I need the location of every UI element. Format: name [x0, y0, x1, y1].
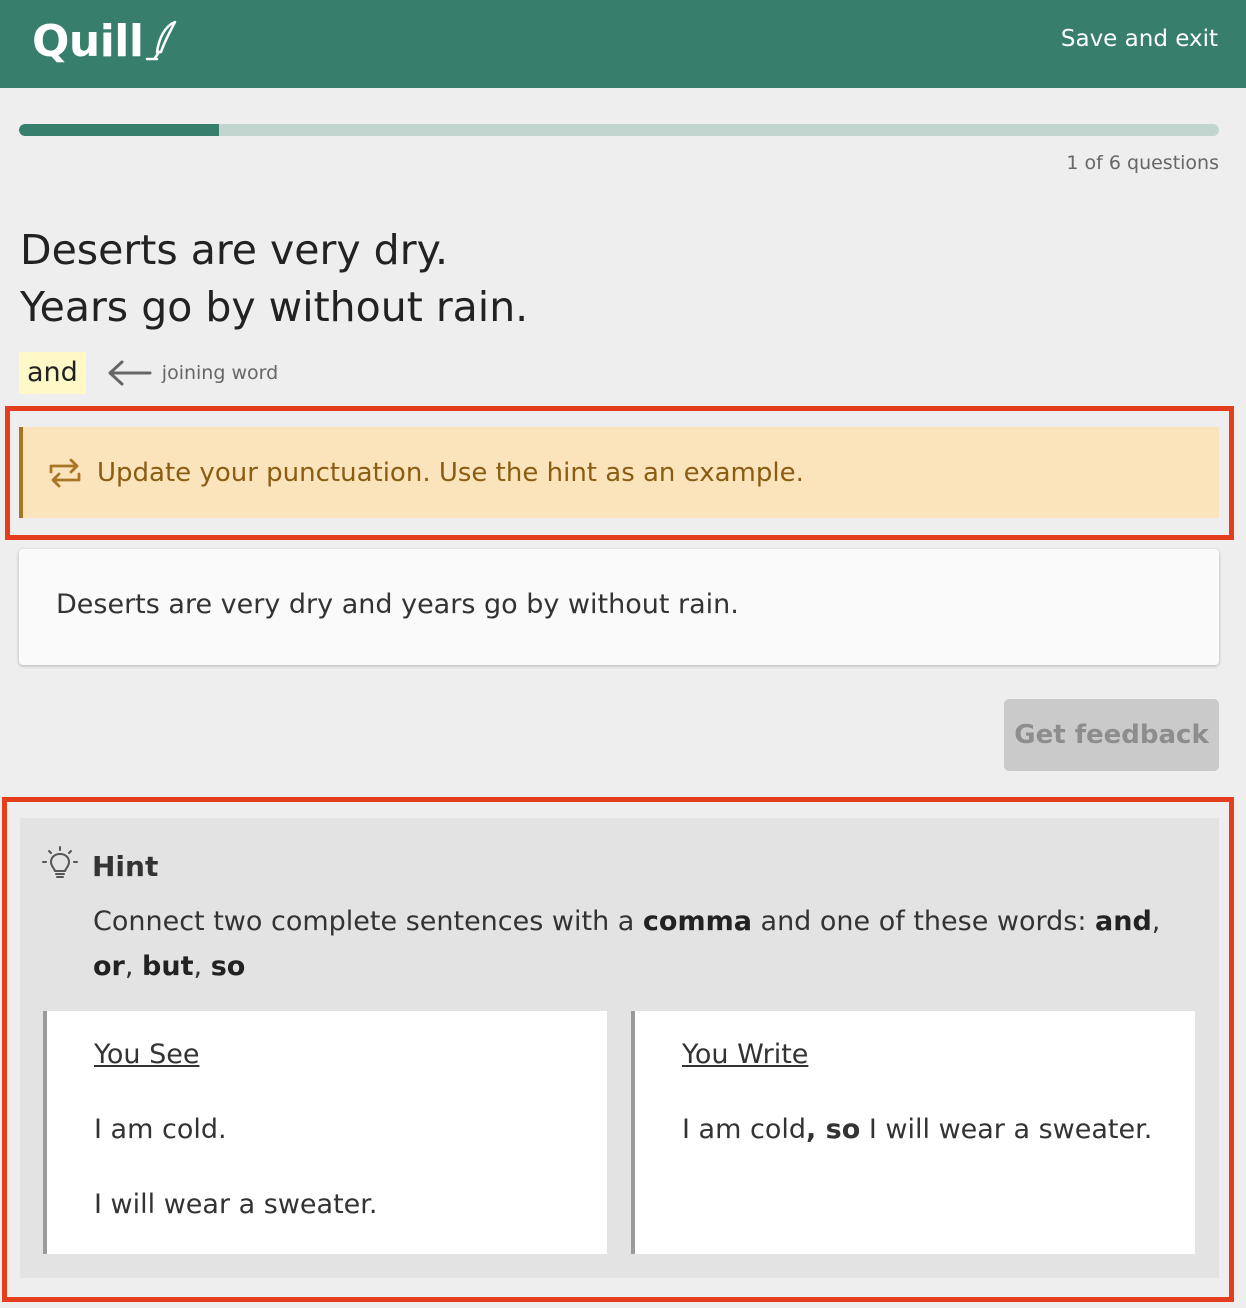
hint-word-but: but [142, 951, 194, 982]
progress-bar-fill [19, 124, 220, 136]
feedback-message: Update your punctuation. Use the hint as… [97, 457, 804, 488]
hint-separator: , [193, 951, 211, 982]
quill-logo[interactable]: Quill [32, 16, 185, 67]
hint-separator: , [124, 951, 143, 982]
lightbulb-icon [42, 846, 78, 886]
you-see-title: You See [94, 1039, 200, 1070]
hint-text-part-2: and one of these words: [751, 906, 1096, 937]
joining-word-label: joining word [161, 362, 279, 384]
you-write-bold: , so [805, 1114, 861, 1145]
you-see-card: You See I am cold. I will wear a sweater… [43, 1011, 607, 1254]
you-write-before: I am cold [682, 1114, 806, 1145]
joining-word-row: and joining word [19, 352, 278, 394]
repeat-arrows-icon [47, 456, 83, 490]
progress-bar [19, 124, 1219, 136]
question-counter: 1 of 6 questions [1066, 152, 1219, 174]
prompt-sentence-2: Years go by without rain. [20, 283, 529, 331]
you-see-line-1: I am cold. [94, 1114, 227, 1145]
you-see-line-2: I will wear a sweater. [94, 1189, 378, 1220]
joining-word-chip: and [19, 352, 86, 394]
hint-instructions: Connect two complete sentences with a co… [93, 899, 1203, 989]
you-write-after: I will wear a sweater. [860, 1114, 1153, 1145]
hint-header: Hint [42, 846, 158, 886]
get-feedback-button[interactable]: Get feedback [1004, 699, 1219, 771]
hint-word-so: so [210, 951, 246, 982]
hint-bold-comma: comma [642, 906, 752, 937]
hint-separator: , [1151, 906, 1161, 937]
you-write-card: You Write I am cold, so I will wear a sw… [631, 1011, 1195, 1254]
logo-text: Quill [32, 16, 144, 67]
save-and-exit-link[interactable]: Save and exit [1061, 26, 1218, 52]
prompt-sentence-1: Deserts are very dry. [20, 226, 449, 274]
hint-word-or: or [93, 951, 125, 982]
hint-panel: Hint Connect two complete sentences with… [20, 818, 1219, 1278]
arrow-left-icon [106, 359, 152, 387]
feedback-banner: Update your punctuation. Use the hint as… [19, 427, 1219, 518]
prompt-sentences: Deserts are very dry. Years go by withou… [20, 222, 528, 336]
you-write-line: I am cold, so I will wear a sweater. [682, 1114, 1152, 1145]
hint-text-part-1: Connect two complete sentences with a [93, 906, 643, 937]
top-navigation-bar: Quill Save and exit [0, 0, 1246, 88]
you-write-title: You Write [682, 1039, 809, 1070]
hint-word-and: and [1095, 906, 1152, 937]
hint-title: Hint [92, 849, 159, 883]
quill-feather-icon [146, 20, 177, 61]
answer-input[interactable]: Deserts are very dry and years go by wit… [19, 549, 1219, 665]
